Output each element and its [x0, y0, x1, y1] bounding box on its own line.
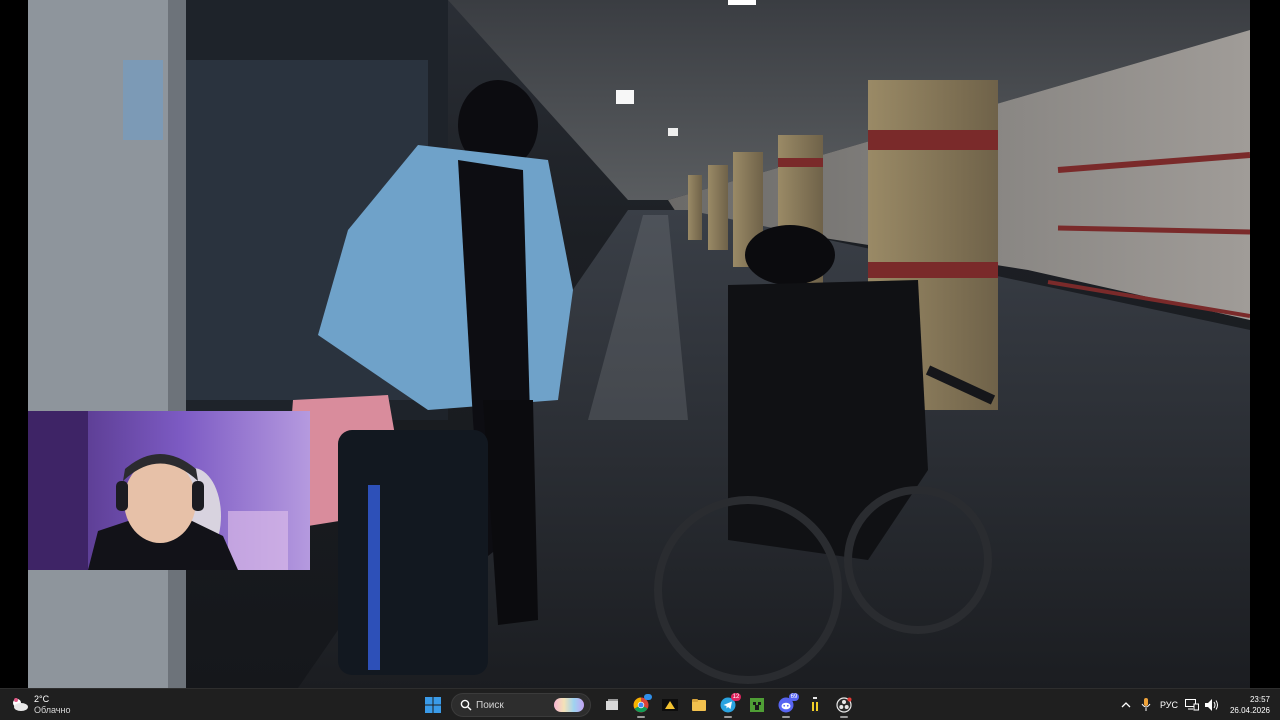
taskbar-search[interactable]: Поиск [451, 693, 591, 717]
system-tray: РУС 23:57 26.04.2026 [1114, 692, 1270, 718]
minecraft-button[interactable] [744, 692, 770, 718]
webcam-overlay [28, 411, 310, 570]
network-button[interactable] [1184, 692, 1200, 718]
windows-start-icon [425, 697, 441, 713]
discord-badge: 69 [789, 693, 799, 701]
file-explorer-button[interactable] [686, 692, 712, 718]
microphone-icon [1141, 698, 1151, 711]
running-indicator [724, 716, 732, 718]
language-indicator[interactable]: РУС [1158, 692, 1180, 718]
search-icon [460, 699, 472, 711]
obs-button[interactable] [831, 692, 857, 718]
obs-icon [836, 697, 852, 713]
telegram-badge: 12 [731, 693, 741, 701]
running-indicator [637, 716, 645, 718]
underpass-scene [28, 0, 1250, 688]
search-placeholder: Поиск [476, 699, 504, 711]
windows-taskbar: 2°C Облачно Поиск 12 69 РУС 23:57 26.04.… [0, 688, 1280, 720]
clock-time: 23:57 [1249, 695, 1270, 704]
media-player-icon [662, 699, 678, 711]
microphone-button[interactable] [1138, 692, 1154, 718]
weather-temperature: 2°C [34, 694, 50, 704]
file-explorer-icon [692, 699, 706, 711]
search-highlight-icon [554, 698, 584, 712]
network-icon [1184, 699, 1199, 711]
weather-widget[interactable]: 2°C Облачно [10, 692, 70, 718]
battery-app-icon [810, 697, 820, 713]
streamer-webcam-image [28, 411, 288, 570]
minecraft-icon [750, 698, 764, 712]
discord-button[interactable]: 69 [773, 692, 799, 718]
chrome-profile-badge [644, 694, 652, 700]
telegram-button[interactable]: 12 [715, 692, 741, 718]
cloud-icon [10, 695, 30, 715]
chrome-button[interactable] [628, 692, 654, 718]
media-player-button[interactable] [657, 692, 683, 718]
volume-button[interactable] [1204, 692, 1220, 718]
task-view-icon [606, 699, 618, 710]
volume-icon [1204, 699, 1218, 711]
chevron-up-icon [1121, 702, 1131, 708]
battery-app-button[interactable] [802, 692, 828, 718]
running-indicator [782, 716, 790, 718]
taskbar-center: Поиск 12 69 [420, 692, 860, 718]
clock-date: 26.04.2026 [1229, 706, 1270, 715]
start-button[interactable] [420, 692, 446, 718]
task-view-button[interactable] [599, 692, 625, 718]
show-hidden-icons-button[interactable] [1118, 692, 1134, 718]
video-frame[interactable] [28, 0, 1250, 688]
weather-condition: Облачно [34, 705, 71, 715]
clock-widget[interactable]: 23:57 26.04.2026 [1230, 694, 1270, 716]
running-indicator [840, 716, 848, 718]
